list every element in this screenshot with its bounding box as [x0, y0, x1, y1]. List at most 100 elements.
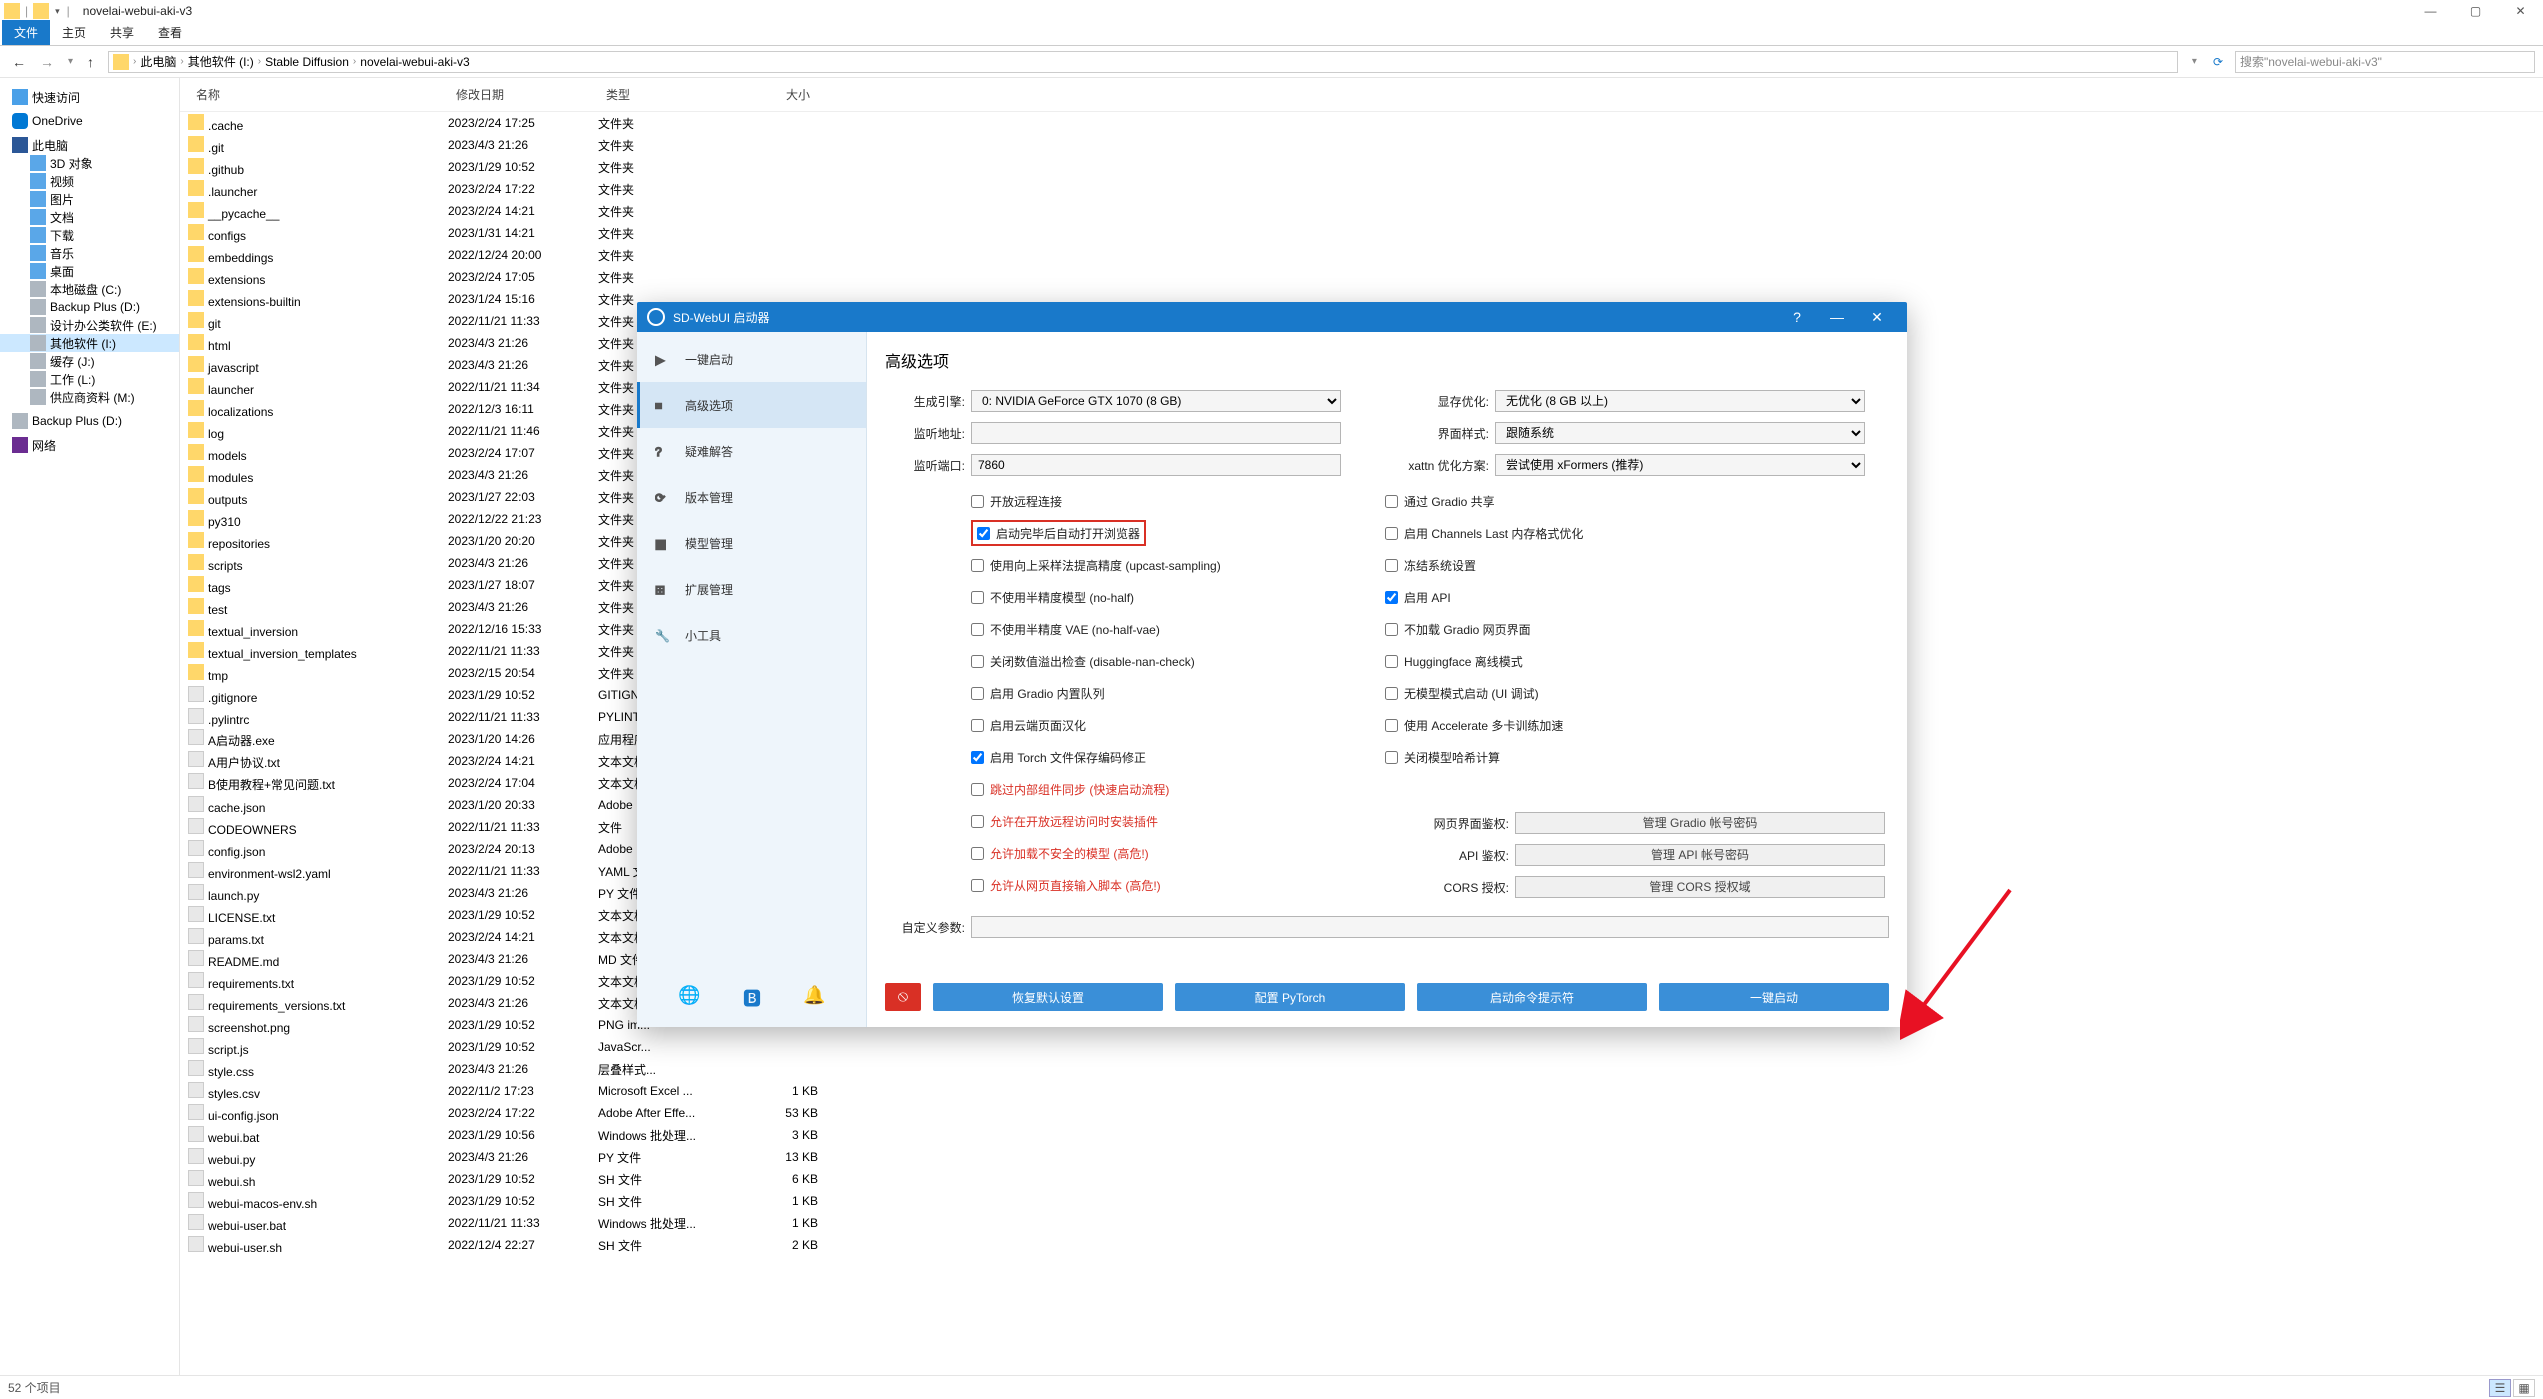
- checkbox[interactable]: [971, 559, 984, 572]
- checkbox-option[interactable]: 无模型模式启动 (UI 调试): [1385, 680, 1583, 706]
- qat-dropdown-icon[interactable]: ▾: [55, 6, 60, 17]
- header-date[interactable]: 修改日期: [448, 84, 598, 105]
- breadcrumb[interactable]: › 此电脑› 其他软件 (I:)› Stable Diffusion› nove…: [108, 51, 2178, 73]
- checkbox[interactable]: [977, 527, 990, 540]
- tab-share[interactable]: 共享: [98, 20, 146, 45]
- sidebar-onedrive[interactable]: OneDrive: [0, 112, 179, 130]
- dialog-sidebar-item[interactable]: ⊞扩展管理: [637, 566, 866, 612]
- checkbox[interactable]: [971, 847, 984, 860]
- checkbox[interactable]: [971, 591, 984, 604]
- tab-home[interactable]: 主页: [50, 20, 98, 45]
- sidebar-item[interactable]: 其他软件 (I:): [0, 334, 179, 352]
- dialog-sidebar-item[interactable]: ≡高级选项: [637, 382, 866, 428]
- theme-select[interactable]: 跟随系统: [1495, 422, 1865, 444]
- crumb[interactable]: Stable Diffusion: [261, 55, 353, 69]
- checkbox[interactable]: [971, 655, 984, 668]
- view-icons-button[interactable]: ▦: [2513, 1379, 2535, 1397]
- file-row[interactable]: webui-macos-env.sh2023/1/29 10:52SH 文件1 …: [180, 1190, 2543, 1212]
- sidebar-item[interactable]: Backup Plus (D:): [0, 298, 179, 316]
- maximize-button[interactable]: ▢: [2453, 0, 2498, 22]
- file-row[interactable]: script.js2023/1/29 10:52JavaScr...: [180, 1036, 2543, 1058]
- file-row[interactable]: .cache2023/2/24 17:25文件夹: [180, 112, 2543, 134]
- sidebar-item[interactable]: 下载: [0, 226, 179, 244]
- checkbox[interactable]: [1385, 495, 1398, 508]
- back-button[interactable]: ←: [8, 52, 30, 72]
- file-row[interactable]: styles.csv2022/11/2 17:23Microsoft Excel…: [180, 1080, 2543, 1102]
- file-row[interactable]: .github2023/1/29 10:52文件夹: [180, 156, 2543, 178]
- address-input[interactable]: [971, 422, 1341, 444]
- crumb[interactable]: 此电脑: [136, 53, 180, 70]
- engine-select[interactable]: 0: NVIDIA GeForce GTX 1070 (8 GB): [971, 390, 1341, 412]
- checkbox-option[interactable]: 通过 Gradio 共享: [1385, 488, 1583, 514]
- file-row[interactable]: ui-config.json2023/2/24 17:22Adobe After…: [180, 1102, 2543, 1124]
- bell-icon[interactable]: 🔔: [803, 985, 825, 1011]
- checkbox-option[interactable]: 启用 API: [1385, 584, 1583, 610]
- dialog-title-bar[interactable]: SD-WebUI 启动器 ? — ✕: [637, 302, 1907, 332]
- port-input[interactable]: [971, 454, 1341, 476]
- checkbox-option[interactable]: 关闭模型哈希计算: [1385, 744, 1583, 770]
- pytorch-button[interactable]: 配置 PyTorch: [1175, 983, 1405, 1011]
- checkbox-option[interactable]: 不使用半精度 VAE (no-half-vae): [971, 616, 1385, 642]
- checkbox[interactable]: [971, 495, 984, 508]
- header-size[interactable]: 大小: [718, 84, 818, 105]
- checkbox-option[interactable]: 关闭数值溢出检查 (disable-nan-check): [971, 648, 1385, 674]
- stop-button[interactable]: ⦸: [885, 983, 921, 1011]
- close-button[interactable]: ✕: [1857, 309, 1897, 326]
- file-row[interactable]: webui-user.sh2022/12/4 22:27SH 文件2 KB: [180, 1234, 2543, 1256]
- search-input[interactable]: 搜索"novelai-webui-aki-v3": [2235, 51, 2535, 73]
- checkbox[interactable]: [1385, 687, 1398, 700]
- web-auth-button[interactable]: 管理 Gradio 帐号密码: [1515, 812, 1885, 834]
- file-row[interactable]: .launcher2023/2/24 17:22文件夹: [180, 178, 2543, 200]
- sidebar-this-pc[interactable]: 此电脑: [0, 136, 179, 154]
- checkbox-option[interactable]: 使用向上采样法提高精度 (upcast-sampling): [971, 552, 1385, 578]
- checkbox[interactable]: [971, 719, 984, 732]
- breadcrumb-dropdown[interactable]: ▾: [2188, 54, 2201, 69]
- checkbox[interactable]: [1385, 527, 1398, 540]
- checkbox-option[interactable]: 启用云端页面汉化: [971, 712, 1385, 738]
- checkbox-option[interactable]: 启用 Channels Last 内存格式优化: [1385, 520, 1583, 546]
- bilibili-icon[interactable]: 🅱: [743, 985, 761, 1011]
- checkbox[interactable]: [1385, 591, 1398, 604]
- header-type[interactable]: 类型: [598, 84, 718, 105]
- crumb[interactable]: 其他软件 (I:): [184, 53, 258, 70]
- custom-args-input[interactable]: [971, 916, 1889, 938]
- cmd-button[interactable]: 启动命令提示符: [1417, 983, 1647, 1011]
- memopt-select[interactable]: 无优化 (8 GB 以上): [1495, 390, 1865, 412]
- recent-dropdown[interactable]: ▾: [64, 54, 77, 69]
- checkbox-option[interactable]: 启动完毕后自动打开浏览器: [971, 520, 1146, 546]
- checkbox-option[interactable]: 冻结系统设置: [1385, 552, 1583, 578]
- api-auth-button[interactable]: 管理 API 帐号密码: [1515, 844, 1885, 866]
- checkbox-option[interactable]: 允许加载不安全的模型 (高危!): [971, 840, 1385, 866]
- checkbox[interactable]: [971, 783, 984, 796]
- tree-sidebar[interactable]: 快速访问 OneDrive 此电脑 3D 对象视频图片文档下载音乐桌面本地磁盘 …: [0, 78, 180, 1376]
- file-row[interactable]: embeddings2022/12/24 20:00文件夹: [180, 244, 2543, 266]
- sidebar-item[interactable]: 本地磁盘 (C:): [0, 280, 179, 298]
- dialog-sidebar-item[interactable]: ▦模型管理: [637, 520, 866, 566]
- checkbox-option[interactable]: 启用 Torch 文件保存编码修正: [971, 744, 1385, 770]
- dialog-sidebar-item[interactable]: ⟳版本管理: [637, 474, 866, 520]
- file-row[interactable]: webui-user.bat2022/11/21 11:33Windows 批处…: [180, 1212, 2543, 1234]
- xattn-select[interactable]: 尝试使用 xFormers (推荐): [1495, 454, 1865, 476]
- help-button[interactable]: ?: [1777, 309, 1817, 326]
- up-button[interactable]: ↑: [83, 52, 98, 72]
- file-row[interactable]: __pycache__2023/2/24 14:21文件夹: [180, 200, 2543, 222]
- file-row[interactable]: extensions2023/2/24 17:05文件夹: [180, 266, 2543, 288]
- checkbox-option[interactable]: 启用 Gradio 内置队列: [971, 680, 1385, 706]
- file-row[interactable]: webui.sh2023/1/29 10:52SH 文件6 KB: [180, 1168, 2543, 1190]
- dialog-sidebar-item[interactable]: ?疑难解答: [637, 428, 866, 474]
- view-details-button[interactable]: ☰: [2489, 1379, 2511, 1397]
- checkbox-option[interactable]: 允许在开放远程访问时安装插件: [971, 808, 1385, 834]
- sidebar-item[interactable]: 3D 对象: [0, 154, 179, 172]
- checkbox-option[interactable]: 允许从网页直接输入脚本 (高危!): [971, 872, 1385, 898]
- sidebar-item[interactable]: 缓存 (J:): [0, 352, 179, 370]
- sidebar-item[interactable]: 文档: [0, 208, 179, 226]
- file-row[interactable]: configs2023/1/31 14:21文件夹: [180, 222, 2543, 244]
- checkbox-option[interactable]: 不使用半精度模型 (no-half): [971, 584, 1385, 610]
- reset-button[interactable]: 恢复默认设置: [933, 983, 1163, 1011]
- sidebar-item[interactable]: 工作 (L:): [0, 370, 179, 388]
- tab-file[interactable]: 文件: [2, 20, 50, 45]
- checkbox[interactable]: [971, 687, 984, 700]
- sidebar-item[interactable]: 设计办公类软件 (E:): [0, 316, 179, 334]
- checkbox[interactable]: [971, 623, 984, 636]
- checkbox-option[interactable]: 开放远程连接: [971, 488, 1385, 514]
